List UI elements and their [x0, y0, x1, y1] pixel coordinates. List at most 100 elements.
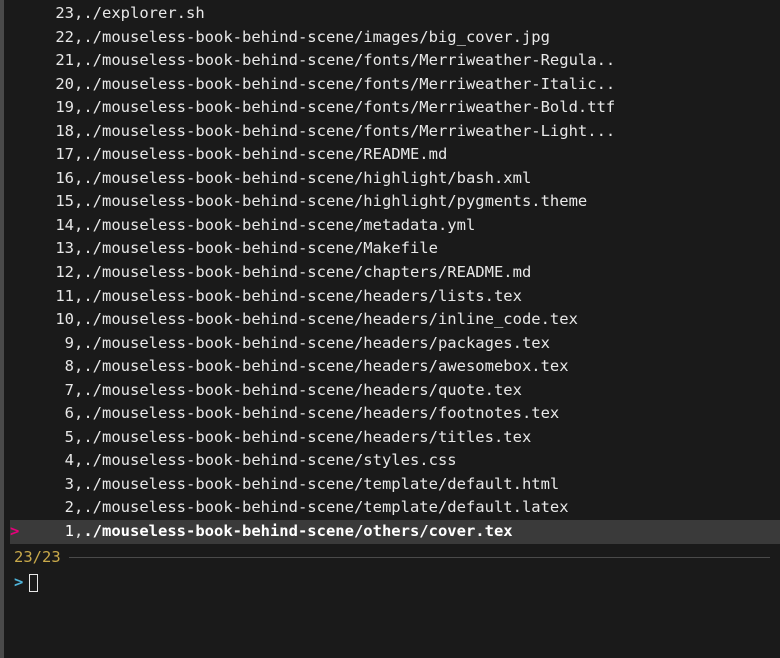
line-number: 17 [20, 143, 74, 167]
line-number: 18 [20, 120, 74, 144]
list-item[interactable]: 23,./explorer.sh [10, 2, 780, 26]
file-path: ./mouseless-book-behind-scene/headers/fo… [83, 402, 559, 426]
file-path: ./mouseless-book-behind-scene/headers/li… [83, 285, 522, 309]
list-item[interactable]: 7,./mouseless-book-behind-scene/headers/… [10, 379, 780, 403]
pointer-icon [10, 379, 20, 403]
list-item[interactable]: 21,./mouseless-book-behind-scene/fonts/M… [10, 49, 780, 73]
search-prompt[interactable]: > [0, 571, 780, 595]
separator: , [74, 520, 83, 544]
pointer-icon [10, 120, 20, 144]
fzf-results-list[interactable]: 23,./explorer.sh 22,./mouseless-book-beh… [0, 0, 780, 544]
file-path: ./mouseless-book-behind-scene/fonts/Merr… [83, 49, 615, 73]
separator: , [74, 26, 83, 50]
separator: , [74, 379, 83, 403]
line-number: 2 [20, 496, 74, 520]
separator: , [74, 167, 83, 191]
file-path: ./mouseless-book-behind-scene/styles.css [83, 449, 456, 473]
line-number: 16 [20, 167, 74, 191]
file-path: ./mouseless-book-behind-scene/headers/aw… [83, 355, 568, 379]
line-number: 22 [20, 26, 74, 50]
list-item[interactable]: 16,./mouseless-book-behind-scene/highlig… [10, 167, 780, 191]
status-line: 23/23 [0, 546, 780, 570]
line-number: 3 [20, 473, 74, 497]
list-item[interactable]: 11,./mouseless-book-behind-scene/headers… [10, 285, 780, 309]
list-item[interactable]: >1,./mouseless-book-behind-scene/others/… [10, 520, 780, 544]
line-number: 9 [20, 332, 74, 356]
pointer-icon [10, 261, 20, 285]
line-number: 21 [20, 49, 74, 73]
pointer-icon [10, 237, 20, 261]
pointer-icon [10, 402, 20, 426]
line-number: 13 [20, 237, 74, 261]
pointer-icon [10, 2, 20, 26]
list-item[interactable]: 12,./mouseless-book-behind-scene/chapter… [10, 261, 780, 285]
list-item[interactable]: 17,./mouseless-book-behind-scene/README.… [10, 143, 780, 167]
file-path: ./mouseless-book-behind-scene/headers/ti… [83, 426, 531, 450]
list-item[interactable]: 2,./mouseless-book-behind-scene/template… [10, 496, 780, 520]
pointer-icon [10, 73, 20, 97]
file-path: ./mouseless-book-behind-scene/images/big… [83, 26, 550, 50]
list-item[interactable]: 6,./mouseless-book-behind-scene/headers/… [10, 402, 780, 426]
separator: , [74, 190, 83, 214]
pointer-icon [10, 449, 20, 473]
pointer-icon [10, 496, 20, 520]
list-item[interactable]: 19,./mouseless-book-behind-scene/fonts/M… [10, 96, 780, 120]
line-number: 10 [20, 308, 74, 332]
pointer-icon [10, 167, 20, 191]
line-number: 15 [20, 190, 74, 214]
line-number: 23 [20, 2, 74, 26]
pointer-icon [10, 426, 20, 450]
list-item[interactable]: 4,./mouseless-book-behind-scene/styles.c… [10, 449, 780, 473]
separator: , [74, 261, 83, 285]
pointer-icon [10, 96, 20, 120]
separator: , [74, 402, 83, 426]
line-number: 1 [20, 520, 74, 544]
pointer-icon [10, 49, 20, 73]
pointer-icon [10, 285, 20, 309]
list-item[interactable]: 9,./mouseless-book-behind-scene/headers/… [10, 332, 780, 356]
list-item[interactable]: 15,./mouseless-book-behind-scene/highlig… [10, 190, 780, 214]
file-path: ./mouseless-book-behind-scene/chapters/R… [83, 261, 531, 285]
status-divider [69, 557, 770, 558]
pointer-icon [10, 26, 20, 50]
line-number: 14 [20, 214, 74, 238]
file-path: ./mouseless-book-behind-scene/headers/pa… [83, 332, 550, 356]
separator: , [74, 308, 83, 332]
pointer-icon [10, 143, 20, 167]
list-item[interactable]: 5,./mouseless-book-behind-scene/headers/… [10, 426, 780, 450]
pointer-icon [10, 473, 20, 497]
line-number: 12 [20, 261, 74, 285]
list-item[interactable]: 10,./mouseless-book-behind-scene/headers… [10, 308, 780, 332]
pointer-icon: > [10, 520, 20, 544]
list-item[interactable]: 18,./mouseless-book-behind-scene/fonts/M… [10, 120, 780, 144]
separator: , [74, 120, 83, 144]
pointer-icon [10, 190, 20, 214]
file-path: ./mouseless-book-behind-scene/fonts/Merr… [83, 120, 615, 144]
list-item[interactable]: 13,./mouseless-book-behind-scene/Makefil… [10, 237, 780, 261]
list-item[interactable]: 3,./mouseless-book-behind-scene/template… [10, 473, 780, 497]
separator: , [74, 355, 83, 379]
list-item[interactable]: 14,./mouseless-book-behind-scene/metadat… [10, 214, 780, 238]
file-path: ./mouseless-book-behind-scene/fonts/Merr… [83, 73, 615, 97]
line-number: 19 [20, 96, 74, 120]
list-item[interactable]: 20,./mouseless-book-behind-scene/fonts/M… [10, 73, 780, 97]
pointer-icon [10, 355, 20, 379]
file-path: ./mouseless-book-behind-scene/headers/in… [83, 308, 578, 332]
line-number: 6 [20, 402, 74, 426]
line-number: 20 [20, 73, 74, 97]
file-path: ./mouseless-book-behind-scene/metadata.y… [83, 214, 475, 238]
separator: , [74, 285, 83, 309]
list-item[interactable]: 22,./mouseless-book-behind-scene/images/… [10, 26, 780, 50]
list-item[interactable]: 8,./mouseless-book-behind-scene/headers/… [10, 355, 780, 379]
file-path: ./mouseless-book-behind-scene/highlight/… [83, 190, 587, 214]
separator: , [74, 2, 83, 26]
pointer-icon [10, 308, 20, 332]
vertical-scrollbar [0, 0, 4, 658]
file-path: ./mouseless-book-behind-scene/headers/qu… [83, 379, 522, 403]
separator: , [74, 332, 83, 356]
separator: , [74, 426, 83, 450]
separator: , [74, 473, 83, 497]
separator: , [74, 214, 83, 238]
prompt-indicator: > [14, 571, 23, 595]
file-path: ./mouseless-book-behind-scene/template/d… [83, 473, 559, 497]
